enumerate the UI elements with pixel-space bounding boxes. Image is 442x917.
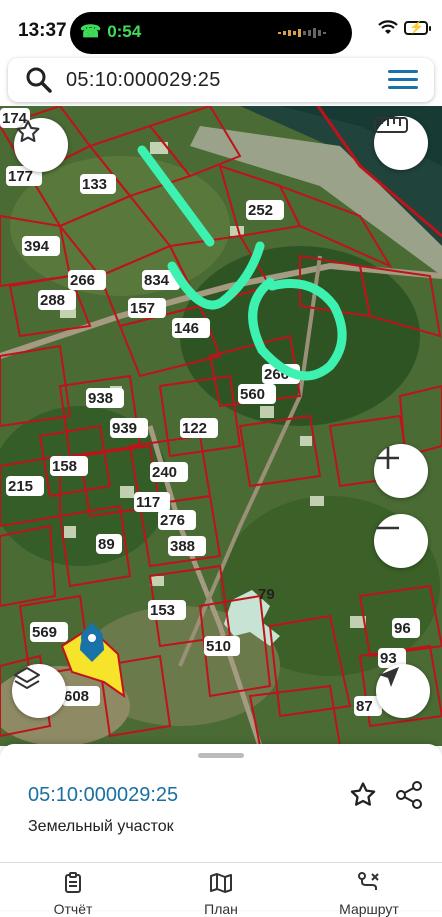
svg-text:510: 510: [206, 638, 231, 655]
parcel-label[interactable]: 153: [148, 600, 186, 620]
svg-text:938: 938: [88, 390, 113, 407]
ruler-icon: [374, 117, 408, 133]
svg-text:177: 177: [8, 168, 33, 185]
svg-text:79: 79: [258, 586, 275, 603]
svg-text:158: 158: [52, 458, 77, 475]
zoom-out-button[interactable]: [374, 514, 428, 568]
parcel-label[interactable]: 117: [134, 492, 170, 512]
parcel-label[interactable]: 157: [128, 298, 166, 318]
parcel-label[interactable]: 122: [180, 418, 218, 438]
star-outline-icon: [16, 120, 40, 143]
plus-icon: [377, 447, 399, 469]
report-icon: [65, 872, 81, 893]
parcel-label[interactable]: 288: [38, 290, 76, 310]
svg-text:939: 939: [112, 420, 137, 437]
svg-text:388: 388: [170, 538, 195, 555]
parcel-label[interactable]: 240: [150, 462, 188, 482]
map-icon: [210, 873, 232, 893]
svg-text:133: 133: [82, 176, 107, 193]
parcel-label[interactable]: 510: [204, 636, 240, 656]
svg-text:266: 266: [70, 272, 95, 289]
search-query[interactable]: 05:10:000029:25: [66, 69, 221, 92]
svg-text:252: 252: [248, 202, 273, 219]
svg-text:146: 146: [174, 320, 199, 337]
property-type: Земельный участок: [28, 818, 174, 835]
search-icon[interactable]: [26, 67, 52, 93]
svg-text:122: 122: [182, 420, 207, 437]
svg-text:89: 89: [98, 536, 115, 553]
zoom-in-button[interactable]: [374, 444, 428, 498]
phone-icon: ☎: [80, 22, 102, 41]
parcel-label[interactable]: 608: [62, 686, 100, 706]
parcel-label[interactable]: 266: [68, 270, 106, 290]
sheet-drag-handle[interactable]: [198, 753, 244, 758]
svg-text:834: 834: [144, 272, 170, 289]
parcel-label[interactable]: 158: [50, 456, 88, 476]
parcel-label[interactable]: 560: [238, 384, 276, 404]
parcel-label[interactable]: 939: [110, 418, 148, 438]
status-icons: ⚡: [378, 20, 431, 36]
svg-text:569: 569: [32, 624, 57, 641]
divider: [0, 862, 442, 863]
star-outline-icon[interactable]: [348, 780, 378, 810]
parcel-label[interactable]: 146: [172, 318, 210, 338]
parcel-label[interactable]: 938: [86, 388, 124, 408]
svg-text:215: 215: [8, 478, 33, 495]
parcel-label[interactable]: 276: [158, 510, 196, 530]
tab-report-label: Отчёт: [53, 901, 93, 917]
minus-icon: [377, 526, 399, 530]
svg-text:276: 276: [160, 512, 185, 529]
svg-text:394: 394: [24, 238, 50, 255]
tab-route-label: Маршрут: [339, 901, 399, 917]
battery-icon: ⚡: [404, 20, 431, 35]
parcel-label[interactable]: 388: [168, 536, 206, 556]
parcel-label[interactable]: 215: [6, 476, 44, 496]
tab-report[interactable]: Отчёт: [18, 872, 128, 917]
status-bar: 13:37 ☎ 0:54 ⚡: [0, 0, 442, 58]
share-icon[interactable]: [394, 780, 424, 810]
parcel-label[interactable]: 133: [80, 174, 116, 194]
svg-text:288: 288: [40, 292, 65, 309]
route-icon: [358, 872, 379, 890]
svg-text:117: 117: [136, 494, 160, 511]
navigation-arrow-icon: [379, 667, 399, 687]
my-location-button[interactable]: [376, 664, 430, 718]
layers-icon: [14, 667, 40, 689]
parcel-label[interactable]: 96: [392, 618, 420, 638]
favorite-map-button[interactable]: [14, 118, 68, 172]
map-view[interactable]: 174 177 133 394 266 288 834 157 146 252 …: [0, 106, 442, 746]
ruler-button[interactable]: [374, 116, 428, 170]
tab-route[interactable]: Маршрут: [314, 872, 424, 917]
wifi-icon: [378, 20, 398, 34]
call-timer: 0:54: [107, 22, 142, 41]
tab-plan[interactable]: План: [166, 872, 276, 917]
satellite-map[interactable]: 174 177 133 394 266 288 834 157 146 252 …: [0, 106, 442, 746]
svg-text:153: 153: [150, 602, 175, 619]
cadastral-number: 05:10:000029:25: [28, 784, 179, 806]
parcel-label[interactable]: 394: [22, 236, 60, 256]
search-bar[interactable]: 05:10:000029:25: [8, 58, 434, 102]
svg-text:608: 608: [64, 688, 89, 705]
svg-text:157: 157: [130, 300, 155, 317]
parcel-label[interactable]: 252: [246, 200, 284, 220]
menu-icon[interactable]: [388, 70, 418, 90]
audio-wave-icon: [278, 28, 326, 38]
svg-text:96: 96: [394, 620, 411, 637]
svg-text:240: 240: [152, 464, 177, 481]
tab-plan-label: План: [204, 901, 238, 917]
parcel-label[interactable]: 569: [30, 622, 68, 642]
dynamic-island[interactable]: ☎ 0:54: [70, 12, 352, 54]
parcel-label: 79: [258, 586, 275, 603]
call-indicator: ☎ 0:54: [80, 22, 141, 42]
parcel-info-sheet[interactable]: 05:10:000029:25 Земельный участок Отчёт …: [0, 744, 442, 917]
layers-button[interactable]: [12, 664, 66, 718]
svg-text:87: 87: [356, 698, 373, 715]
status-time: 13:37: [18, 20, 67, 41]
parcel-label[interactable]: 89: [96, 534, 122, 554]
svg-text:560: 560: [240, 386, 265, 403]
